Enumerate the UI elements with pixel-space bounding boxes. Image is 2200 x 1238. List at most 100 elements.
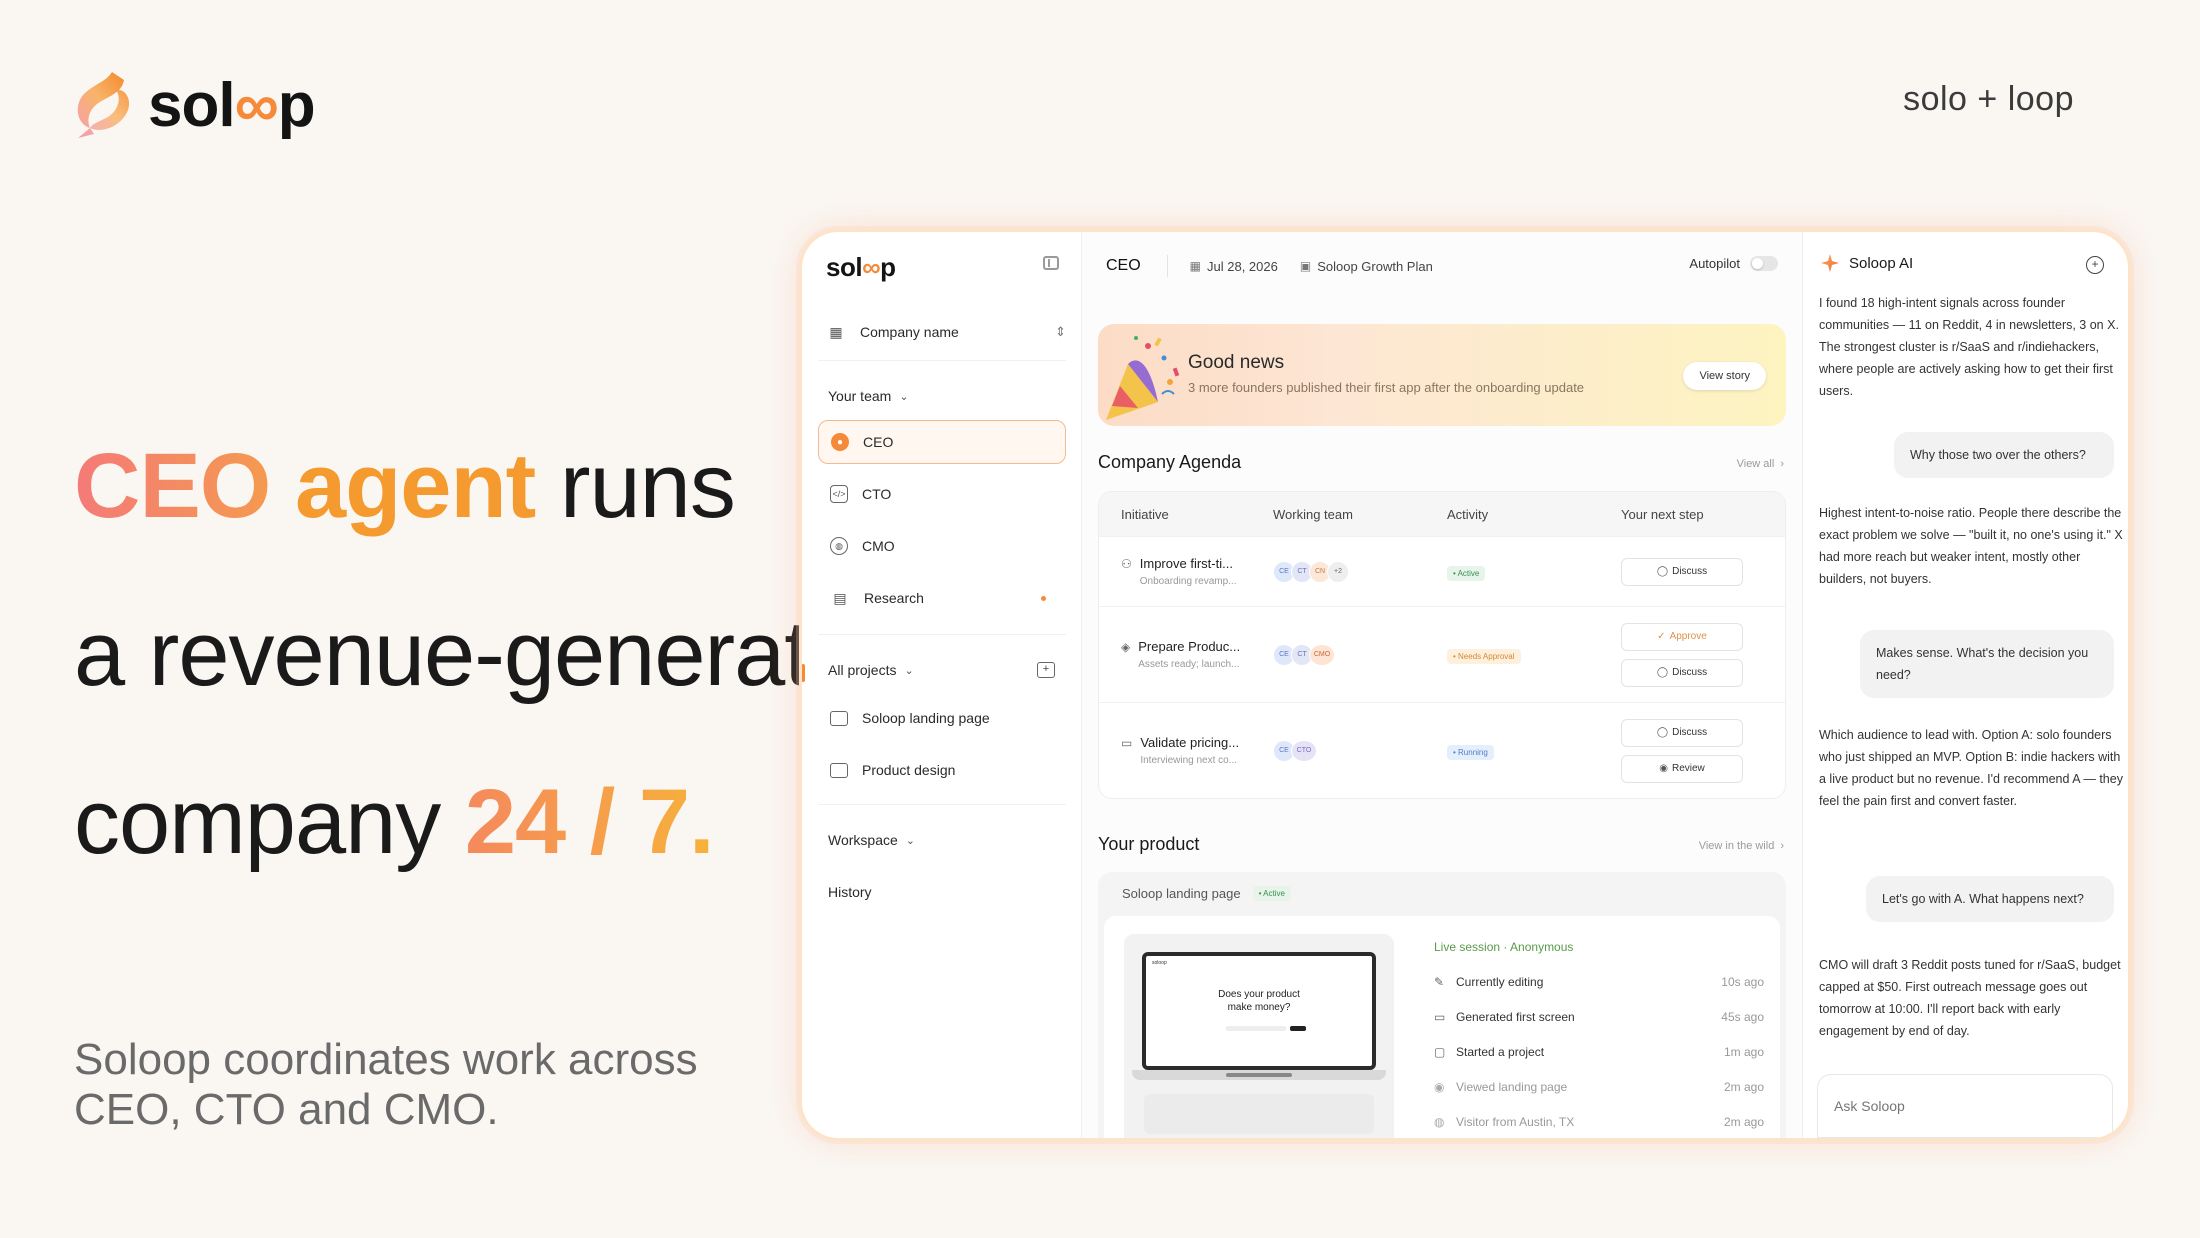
avatar-overflow: +2 xyxy=(1327,560,1349,583)
hero-line-1: CEO agent runs xyxy=(74,440,774,532)
sidebar-project-landing[interactable]: Soloop landing page xyxy=(818,696,1066,740)
initiative-subtitle: Onboarding revamp... xyxy=(1139,576,1237,587)
agenda-table: Initiative Working team Activity Your ne… xyxy=(1098,491,1786,799)
agenda-view-all-link[interactable]: View all › xyxy=(1737,458,1784,470)
plan-chip[interactable]: ▣ Soloop Growth Plan xyxy=(1300,259,1433,274)
document-icon: ▣ xyxy=(1299,259,1312,273)
hero-line-3: company 24 / 7. xyxy=(74,776,774,868)
table-row[interactable]: ⚇ Improve first-ti... Onboarding revamp.… xyxy=(1099,536,1785,606)
team-group-toggle[interactable]: Your team ⌄ xyxy=(828,388,909,404)
assistant-message: Highest intent-to-noise ratio. People th… xyxy=(1819,506,2123,586)
user-circle-icon: ● xyxy=(831,433,849,451)
ai-panel-header: Soloop AI xyxy=(1821,254,1913,272)
brand-wordmark: sol ∞ p xyxy=(148,70,316,140)
list-item: ◉ Viewed landing page 2m ago xyxy=(1434,1079,1764,1094)
sidebar-item-cto[interactable]: </> CTO xyxy=(818,472,1066,516)
chevron-down-icon: ⌄ xyxy=(904,664,914,677)
product-title: Your product xyxy=(1098,834,1200,854)
hero-line-2: a revenue-generate xyxy=(74,603,860,705)
view-in-the-wild-link[interactable]: View in the wild › xyxy=(1699,840,1784,852)
banner-subtitle: 3 more founders published their first ap… xyxy=(1188,380,1585,395)
autopilot-toggle[interactable] xyxy=(1750,256,1778,271)
sidebar-project-design[interactable]: Product design xyxy=(818,748,1066,792)
team-avatars: CE CT CN +2 xyxy=(1273,560,1447,583)
brand-loop-glyph: ∞ xyxy=(234,70,279,140)
table-row[interactable]: ▭ Validate pricing... Interviewing next … xyxy=(1099,702,1785,798)
people-icon: ⚇ xyxy=(1121,557,1132,571)
chevron-updown-icon: ⇕ xyxy=(1055,324,1066,339)
discuss-button[interactable]: ◯ Discuss xyxy=(1621,718,1743,747)
autopilot-control[interactable]: Autopilot xyxy=(1689,256,1778,271)
tagline: solo + loop xyxy=(1903,80,2074,118)
eye-icon: ◉ xyxy=(1659,763,1668,774)
list-item: ▢ Started a project 1m ago xyxy=(1434,1044,1764,1059)
list-item: ▭ Generated first screen 45s ago xyxy=(1434,1009,1764,1024)
avatar: CTO xyxy=(1291,739,1317,762)
banner-title: Good news xyxy=(1188,352,1285,373)
chevron-right-icon: › xyxy=(1780,458,1784,470)
new-project-icon[interactable]: + xyxy=(1037,662,1055,678)
message-icon: ▭ xyxy=(1121,736,1133,750)
preview-reflection xyxy=(1144,1094,1374,1134)
preview-logo: soloop xyxy=(1152,960,1167,966)
initiative-title: Improve first-ti... xyxy=(1139,556,1233,571)
main-panel: CEO ▦ Jul 28, 2026 ▣ Soloop Growth Plan … xyxy=(1082,232,1802,1138)
sidebar-item-cmo[interactable]: ◍ CMO xyxy=(818,524,1066,568)
ai-chat-panel: Soloop AI + I found 18 high-intent signa… xyxy=(1802,232,2128,1138)
initiative-cell: ◈ Prepare Produc... Assets ready; launch… xyxy=(1099,639,1273,670)
sidebar-item-research[interactable]: ▤ Research xyxy=(818,576,1066,620)
status-badge: • Active xyxy=(1252,886,1291,901)
globe-icon: ◍ xyxy=(1434,1114,1445,1129)
preview-input xyxy=(1226,1026,1286,1031)
hero-247-word: 24 / 7. xyxy=(464,771,715,873)
sidebar-item-label: CTO xyxy=(862,486,892,502)
discuss-button[interactable]: ◯ Discuss xyxy=(1621,658,1743,687)
product-card: Soloop landing page • Active soloop Does… xyxy=(1098,872,1786,1138)
landing-page-screenshot: soloop Does your product make money? xyxy=(1142,952,1376,1070)
hero-ceo-word: CEO xyxy=(74,435,271,537)
table-header: Initiative Working team Activity Your ne… xyxy=(1099,492,1785,536)
live-session-title: Live session · Anonymous xyxy=(1434,940,1574,954)
approve-button[interactable]: ✓ Approve xyxy=(1621,622,1743,651)
column-header: Initiative xyxy=(1121,506,1169,522)
sidebar-logo[interactable]: sol∞p xyxy=(826,252,896,283)
hero-runs-word: runs xyxy=(559,435,736,537)
chat-icon: ◯ xyxy=(1656,727,1669,738)
calendar-icon: ▦ xyxy=(1189,259,1202,273)
sidebar-item-label: CMO xyxy=(862,538,895,554)
pencil-icon: ✎ xyxy=(1434,974,1445,989)
view-story-button[interactable]: View story xyxy=(1683,362,1766,390)
workspace-group-toggle[interactable]: Workspace ⌄ xyxy=(828,832,915,848)
table-row[interactable]: ◈ Prepare Produc... Assets ready; launch… xyxy=(1099,606,1785,702)
new-chat-icon[interactable]: + xyxy=(2086,256,2104,274)
company-switcher[interactable]: ▦ Company name ⇕ xyxy=(826,312,1066,352)
chat-icon: ◯ xyxy=(1656,566,1669,577)
avatar: CMO xyxy=(1309,643,1335,666)
divider xyxy=(1166,255,1168,277)
review-button[interactable]: ◉ Review xyxy=(1621,754,1743,783)
chevron-right-icon: › xyxy=(1780,840,1784,852)
top-bar: CEO ▦ Jul 28, 2026 ▣ Soloop Growth Plan … xyxy=(1082,232,1802,300)
ask-soloop-input[interactable] xyxy=(1817,1074,2113,1138)
check-icon: ✓ xyxy=(1657,631,1666,642)
unread-dot xyxy=(1041,595,1046,601)
sidebar-item-label: CEO xyxy=(863,434,894,450)
history-link[interactable]: History xyxy=(828,884,872,900)
initiative-cell: ▭ Validate pricing... Interviewing next … xyxy=(1099,735,1273,766)
product-preview-panel: soloop Does your product make money? Liv… xyxy=(1104,916,1780,1138)
divider xyxy=(818,804,1066,805)
projects-group-toggle[interactable]: All projects ⌄ xyxy=(828,662,914,678)
divider xyxy=(818,634,1066,635)
assistant-message: Which audience to lead with. Option A: s… xyxy=(1819,728,2123,808)
date-chip[interactable]: ▦ Jul 28, 2026 xyxy=(1190,259,1278,274)
laptop-preview[interactable]: soloop Does your product make money? xyxy=(1124,934,1394,1138)
status-badge: • Active xyxy=(1447,565,1486,581)
hero-headline: CEO agent runs a revenue-generate compan… xyxy=(74,440,860,868)
column-header: Activity xyxy=(1447,506,1489,522)
autopilot-label: Autopilot xyxy=(1689,256,1740,271)
sidebar-collapse-icon[interactable] xyxy=(1043,256,1059,270)
initiative-subtitle: Assets ready; launch... xyxy=(1138,659,1240,670)
sidebar-item-ceo[interactable]: ● CEO xyxy=(818,420,1066,464)
discuss-button[interactable]: ◯ Discuss xyxy=(1621,557,1743,586)
folder-icon xyxy=(830,762,848,778)
